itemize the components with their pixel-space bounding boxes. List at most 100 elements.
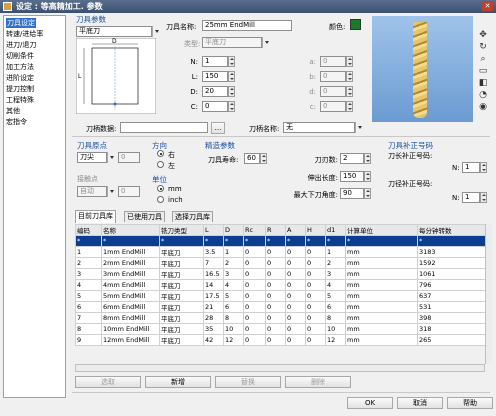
- filter-cell[interactable]: *: [203, 235, 224, 247]
- tool-type-select[interactable]: 平底刀: [76, 26, 152, 37]
- param-7-spinner[interactable]: [346, 101, 353, 112]
- origin-offset-input[interactable]: 0: [118, 152, 140, 163]
- tool-life-input[interactable]: 60: [244, 153, 260, 164]
- radius-comp-spinner[interactable]: [480, 192, 487, 203]
- param-0-input[interactable]: 1: [202, 56, 228, 67]
- param-6-input[interactable]: 0: [320, 86, 346, 97]
- nav-item[interactable]: 切削条件: [6, 51, 34, 61]
- tool-life-spinner[interactable]: [260, 153, 267, 164]
- table-row[interactable]: 9 12mm EndMill 平底刀 42 12 0 0 0 0 12 mm 265: [75, 334, 486, 346]
- nav-item[interactable]: 宏指令: [6, 117, 27, 127]
- chevron-down-icon[interactable]: [107, 152, 116, 163]
- nav-item[interactable]: 其他: [6, 106, 20, 116]
- column-header[interactable]: D: [223, 224, 244, 236]
- tool-name-input[interactable]: 25mm EndMill: [202, 20, 292, 31]
- radius-comp-input[interactable]: 1: [462, 192, 480, 203]
- filter-cell[interactable]: *: [159, 235, 204, 247]
- param-1-input[interactable]: 150: [202, 71, 228, 82]
- table-row[interactable]: 2 2mm EndMill 平底刀 7 2 0 0 0 0 2 mm 1592: [75, 257, 486, 269]
- library-button-1[interactable]: 新增: [145, 376, 211, 388]
- column-header[interactable]: R: [265, 224, 286, 236]
- extension-input[interactable]: 150: [340, 171, 364, 182]
- chevron-down-icon[interactable]: [262, 37, 271, 48]
- column-header[interactable]: 计算单位: [345, 224, 418, 236]
- column-header[interactable]: Rc: [243, 224, 266, 236]
- unit-inch-radio[interactable]: [157, 196, 164, 203]
- filter-cell[interactable]: *: [75, 235, 102, 247]
- library-button-0[interactable]: 选取: [75, 376, 141, 388]
- tool-color-swatch[interactable]: [350, 19, 361, 30]
- column-header[interactable]: L: [203, 224, 224, 236]
- origin-select[interactable]: 刀尖: [77, 152, 107, 163]
- nav-item[interactable]: 刀具设定: [6, 18, 36, 28]
- zoom-icon[interactable]: ⌕: [478, 54, 488, 64]
- chevron-down-icon[interactable]: [355, 122, 364, 133]
- cancel-button[interactable]: 取消: [397, 397, 443, 409]
- param-7-input[interactable]: 0: [320, 101, 346, 112]
- flutes-spinner[interactable]: [364, 153, 371, 164]
- nav-item[interactable]: 进刀/退刀: [6, 40, 36, 50]
- column-header[interactable]: 每分钟转数: [417, 224, 486, 236]
- library-tab[interactable]: 已使用刀具: [124, 211, 165, 222]
- chevron-down-icon[interactable]: [107, 186, 116, 197]
- length-comp-spinner[interactable]: [480, 162, 487, 173]
- table-row[interactable]: 8 10mm EndMill 平底刀 35 10 0 0 0 0 10 mm 318: [75, 323, 486, 335]
- filter-cell[interactable]: *: [223, 235, 244, 247]
- param-4-spinner[interactable]: [346, 56, 353, 67]
- table-vertical-scrollbar[interactable]: [485, 224, 492, 364]
- param-1-spinner[interactable]: [228, 71, 235, 82]
- filter-cell[interactable]: *: [417, 235, 486, 247]
- column-header[interactable]: 铣刀类型: [159, 224, 204, 236]
- nav-item[interactable]: 加工方法: [6, 62, 34, 72]
- help-button[interactable]: 帮助: [447, 397, 493, 409]
- param-4-input[interactable]: 0: [320, 56, 346, 67]
- length-comp-input[interactable]: 1: [462, 162, 480, 173]
- filter-cell[interactable]: *: [101, 235, 160, 247]
- library-button-3[interactable]: 删除: [285, 376, 351, 388]
- table-row[interactable]: 6 6mm EndMill 平底刀 21 6 0 0 0 0 6 mm 531: [75, 301, 486, 313]
- table-row[interactable]: 7 8mm EndMill 平底刀 28 8 0 0 0 0 8 mm 398: [75, 312, 486, 324]
- param-2-spinner[interactable]: [228, 86, 235, 97]
- param-6-spinner[interactable]: [346, 86, 353, 97]
- fit-icon[interactable]: ▭: [478, 66, 488, 76]
- ok-button[interactable]: OK: [347, 397, 393, 409]
- library-tab[interactable]: 目前刀具库: [75, 210, 116, 223]
- filter-cell[interactable]: *: [243, 235, 266, 247]
- max-angle-input[interactable]: 90: [340, 188, 364, 199]
- filter-row[interactable]: * * * * * * * * * * * *: [75, 235, 486, 247]
- shade-icon[interactable]: ◧: [478, 78, 488, 88]
- nav-item[interactable]: 转速/进给率: [6, 29, 43, 39]
- eye-icon[interactable]: ◉: [478, 102, 488, 112]
- contact-select[interactable]: 自动: [77, 186, 107, 197]
- filter-cell[interactable]: *: [285, 235, 306, 247]
- flutes-input[interactable]: 2: [340, 153, 364, 164]
- library-button-2[interactable]: 替换: [215, 376, 281, 388]
- column-header[interactable]: d1: [325, 224, 346, 236]
- pan-icon[interactable]: ✥: [478, 30, 488, 40]
- filter-cell[interactable]: *: [265, 235, 286, 247]
- unit-mm-radio[interactable]: [157, 185, 164, 192]
- extension-spinner[interactable]: [364, 171, 371, 182]
- param-3-spinner[interactable]: [228, 101, 235, 112]
- kind-select[interactable]: 平底刀: [202, 37, 262, 48]
- contact-offset-input[interactable]: 0: [118, 186, 140, 197]
- filter-cell[interactable]: *: [325, 235, 346, 247]
- filter-cell[interactable]: *: [305, 235, 326, 247]
- param-5-input[interactable]: 0: [320, 71, 346, 82]
- view-icon[interactable]: ◔: [478, 90, 488, 100]
- column-header[interactable]: A: [285, 224, 306, 236]
- library-tab[interactable]: 选择刀具库: [172, 211, 213, 222]
- param-0-spinner[interactable]: [228, 56, 235, 67]
- column-header[interactable]: 编码: [75, 224, 102, 236]
- nav-item[interactable]: 工程特殊: [6, 95, 34, 105]
- param-2-input[interactable]: 20: [202, 86, 228, 97]
- rotate-icon[interactable]: ↻: [478, 42, 488, 52]
- table-row[interactable]: 5 5mm EndMill 平底刀 17.5 5 0 0 0 0 5 mm 637: [75, 290, 486, 302]
- table-horizontal-scrollbar[interactable]: [75, 364, 485, 372]
- param-3-input[interactable]: 0: [202, 101, 228, 112]
- close-icon[interactable]: ✕: [482, 1, 493, 11]
- column-header[interactable]: H: [305, 224, 326, 236]
- chevron-down-icon[interactable]: [152, 26, 161, 37]
- table-row[interactable]: 4 4mm EndMill 平底刀 14 4 0 0 0 0 4 mm 796: [75, 279, 486, 291]
- nav-item[interactable]: 进阶设定: [6, 73, 34, 83]
